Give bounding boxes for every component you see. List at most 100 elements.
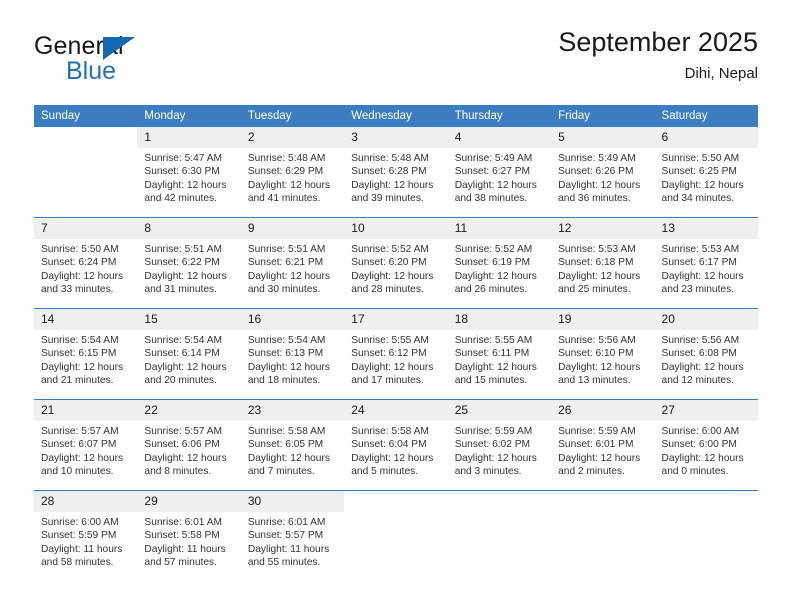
sunset-time: Sunset: 6:13 PM	[247, 348, 324, 360]
day-details: Sunrise: 5:58 AM Sunset: 6:05 PM Daylight:…	[241, 421, 344, 479]
masthead: General Blue September 2025 Dihi, Nepal	[34, 27, 758, 92]
day-number: 30	[240, 491, 345, 512]
day-details: Sunrise: 5:57 AM Sunset: 6:07 PM Daylight:…	[34, 421, 137, 479]
sunset-time: Sunset: 6:30 PM	[144, 166, 220, 178]
calendar-day-cell[interactable]: 8 Sunrise: 5:51 AM Sunset: 6:22 PM Daylight…	[137, 217, 241, 309]
day-details: Sunrise: 5:55 AM Sunset: 6:12 PM Daylight:…	[344, 330, 447, 388]
daylight-duration-line1: Daylight: 12 hours	[558, 179, 641, 191]
calendar-day-cell[interactable]: 28 Sunrise: 6:00 AM Sunset: 5:59 PM Dayligh…	[34, 490, 138, 581]
sunset-time: Sunset: 6:10 PM	[558, 348, 634, 360]
sunrise-time: Sunrise: 5:48 AM	[351, 153, 429, 164]
calendar-day-cell[interactable]: 26 Sunrise: 5:59 AM Sunset: 6:01 PM Dayligh…	[551, 399, 655, 491]
sunrise-time: Sunrise: 6:01 AM	[144, 517, 223, 528]
sunset-time: Sunset: 6:02 PM	[454, 439, 531, 451]
calendar-day-cell[interactable]: 30 Sunrise: 6:01 AM Sunset: 5:57 PM Dayligh…	[240, 490, 345, 581]
daylight-duration-line2: and 25 minutes.	[558, 284, 631, 296]
calendar-day-cell[interactable]: 6 Sunrise: 5:50 AM Sunset: 6:25 PM Daylight…	[654, 127, 758, 218]
calendar-day-cell[interactable]: 3 Sunrise: 5:48 AM Sunset: 6:28 PM Daylight…	[344, 127, 448, 218]
day-details: Sunrise: 5:56 AM Sunset: 6:10 PM Daylight:…	[551, 330, 654, 388]
weekday-header-friday: Friday	[551, 105, 655, 127]
daylight-duration-line2: and 7 minutes.	[247, 466, 315, 478]
daylight-duration-line1: Daylight: 12 hours	[144, 361, 227, 373]
day-details: Sunrise: 5:59 AM Sunset: 6:02 PM Daylight:…	[448, 421, 551, 479]
calendar-cell-inner: 19 Sunrise: 5:56 AM Sunset: 6:10 PM Dayligh…	[551, 309, 655, 399]
calendar-day-cell[interactable]: 20 Sunrise: 5:56 AM Sunset: 6:08 PM Dayligh…	[654, 308, 758, 400]
sunrise-time: Sunrise: 6:00 AM	[661, 426, 740, 437]
daylight-duration-line1: Daylight: 12 hours	[558, 452, 641, 464]
day-number	[654, 491, 758, 512]
calendar-cell-inner: 13 Sunrise: 5:53 AM Sunset: 6:17 PM Dayligh…	[654, 218, 758, 308]
calendar-day-cell[interactable]: 27 Sunrise: 6:00 AM Sunset: 6:00 PM Dayligh…	[654, 399, 758, 491]
daylight-duration-line2: and 31 minutes.	[144, 284, 217, 296]
sunrise-time: Sunrise: 5:57 AM	[41, 426, 119, 437]
day-details: Sunrise: 5:57 AM Sunset: 6:06 PM Daylight:…	[137, 421, 240, 479]
calendar-cell-inner: 7 Sunrise: 5:50 AM Sunset: 6:24 PM Daylight…	[34, 218, 138, 308]
daylight-duration-line1: Daylight: 12 hours	[144, 270, 227, 282]
sunset-time: Sunset: 6:21 PM	[247, 257, 324, 269]
day-details: Sunrise: 5:54 AM Sunset: 6:13 PM Daylight:…	[241, 330, 344, 388]
daylight-duration-line2: and 17 minutes.	[351, 375, 424, 387]
sunrise-time: Sunrise: 5:53 AM	[558, 244, 636, 255]
brand-logo[interactable]: General Blue	[34, 34, 254, 92]
calendar-day-cell[interactable]: 14 Sunrise: 5:54 AM Sunset: 6:15 PM Dayligh…	[34, 308, 138, 400]
daylight-duration-line2: and 2 minutes.	[558, 466, 625, 478]
calendar-day-cell[interactable]: 12 Sunrise: 5:53 AM Sunset: 6:18 PM Dayligh…	[551, 217, 655, 309]
daylight-duration-line2: and 13 minutes.	[558, 375, 631, 387]
calendar-table: Sunday Monday Tuesday Wednesday Thursday…	[34, 105, 758, 581]
calendar-day-cell[interactable]: 10 Sunrise: 5:52 AM Sunset: 6:20 PM Dayligh…	[344, 217, 448, 309]
daylight-duration-line1: Daylight: 12 hours	[247, 270, 330, 282]
calendar-day-cell[interactable]: 25 Sunrise: 5:59 AM Sunset: 6:02 PM Dayligh…	[447, 399, 552, 491]
sunset-time: Sunset: 6:07 PM	[41, 439, 117, 451]
day-details: Sunrise: 5:54 AM Sunset: 6:14 PM Daylight:…	[137, 330, 240, 388]
calendar-cell-inner: 30 Sunrise: 6:01 AM Sunset: 5:57 PM Dayligh…	[240, 491, 345, 581]
calendar-cell-inner: 11 Sunrise: 5:52 AM Sunset: 6:19 PM Dayligh…	[447, 218, 552, 308]
day-number: 21	[34, 400, 138, 421]
daylight-duration-line1: Daylight: 12 hours	[41, 452, 124, 464]
calendar-cell-inner: 6 Sunrise: 5:50 AM Sunset: 6:25 PM Daylight…	[654, 127, 758, 217]
sunrise-time: Sunrise: 5:54 AM	[247, 335, 326, 346]
weekday-header-row: Sunday Monday Tuesday Wednesday Thursday…	[34, 105, 758, 127]
day-details: Sunrise: 6:01 AM Sunset: 5:58 PM Daylight:…	[137, 512, 240, 570]
calendar-day-cell[interactable]: 19 Sunrise: 5:56 AM Sunset: 6:10 PM Dayligh…	[551, 308, 655, 400]
calendar-day-cell[interactable]: 16 Sunrise: 5:54 AM Sunset: 6:13 PM Dayligh…	[240, 308, 345, 400]
day-details: Sunrise: 5:50 AM Sunset: 6:25 PM Daylight:…	[655, 148, 758, 206]
calendar-day-cell[interactable]: 13 Sunrise: 5:53 AM Sunset: 6:17 PM Dayligh…	[654, 217, 758, 309]
calendar-day-cell[interactable]: 24 Sunrise: 5:58 AM Sunset: 6:04 PM Dayligh…	[344, 399, 448, 491]
day-number: 3	[344, 127, 448, 148]
daylight-duration-line2: and 26 minutes.	[454, 284, 528, 296]
daylight-duration-line1: Daylight: 12 hours	[41, 270, 124, 282]
calendar-day-cell[interactable]: 1 Sunrise: 5:47 AM Sunset: 6:30 PM Daylight…	[137, 127, 241, 218]
sunset-time: Sunset: 5:58 PM	[144, 530, 220, 542]
sunset-time: Sunset: 6:18 PM	[558, 257, 634, 269]
calendar-day-cell[interactable]: 22 Sunrise: 5:57 AM Sunset: 6:06 PM Dayligh…	[137, 399, 241, 491]
calendar-day-cell[interactable]: 7 Sunrise: 5:50 AM Sunset: 6:24 PM Daylight…	[34, 217, 138, 309]
calendar-day-cell[interactable]: 15 Sunrise: 5:54 AM Sunset: 6:14 PM Dayligh…	[137, 308, 241, 400]
calendar-day-cell[interactable]: 18 Sunrise: 5:55 AM Sunset: 6:11 PM Dayligh…	[447, 308, 552, 400]
calendar-day-cell[interactable]: 4 Sunrise: 5:49 AM Sunset: 6:27 PM Daylight…	[447, 127, 552, 218]
day-number: 16	[240, 309, 345, 330]
calendar-day-cell[interactable]: 9 Sunrise: 5:51 AM Sunset: 6:21 PM Daylight…	[240, 217, 345, 309]
calendar-day-cell[interactable]: 5 Sunrise: 5:49 AM Sunset: 6:26 PM Daylight…	[551, 127, 655, 218]
daylight-duration-line2: and 58 minutes.	[41, 557, 114, 569]
day-number: 19	[551, 309, 655, 330]
calendar-day-cell[interactable]: 11 Sunrise: 5:52 AM Sunset: 6:19 PM Dayligh…	[447, 217, 552, 309]
daylight-duration-line1: Daylight: 11 hours	[144, 543, 226, 555]
day-number: 13	[654, 218, 758, 239]
day-number: 4	[447, 127, 552, 148]
calendar-cell-inner: 3 Sunrise: 5:48 AM Sunset: 6:28 PM Daylight…	[344, 127, 448, 217]
sunset-time: Sunset: 6:26 PM	[558, 166, 634, 178]
day-number: 7	[34, 218, 138, 239]
weekday-header-tuesday: Tuesday	[240, 105, 345, 127]
calendar-day-cell[interactable]: 29 Sunrise: 6:01 AM Sunset: 5:58 PM Dayligh…	[137, 490, 241, 581]
calendar-day-cell[interactable]: 2 Sunrise: 5:48 AM Sunset: 6:29 PM Daylight…	[240, 127, 345, 218]
calendar-day-cell[interactable]: 23 Sunrise: 5:58 AM Sunset: 6:05 PM Dayligh…	[240, 399, 345, 491]
calendar-day-cell[interactable]: 21 Sunrise: 5:57 AM Sunset: 6:07 PM Dayligh…	[34, 399, 138, 491]
day-number: 6	[654, 127, 758, 148]
sunrise-time: Sunrise: 5:59 AM	[558, 426, 636, 437]
calendar-day-cell[interactable]: 17 Sunrise: 5:55 AM Sunset: 6:12 PM Dayligh…	[344, 308, 448, 400]
day-details: Sunrise: 5:55 AM Sunset: 6:11 PM Daylight:…	[448, 330, 551, 388]
daylight-duration-line2: and 55 minutes.	[247, 557, 321, 569]
day-number: 8	[137, 218, 241, 239]
day-number: 23	[240, 400, 345, 421]
sunrise-time: Sunrise: 6:00 AM	[41, 517, 119, 528]
